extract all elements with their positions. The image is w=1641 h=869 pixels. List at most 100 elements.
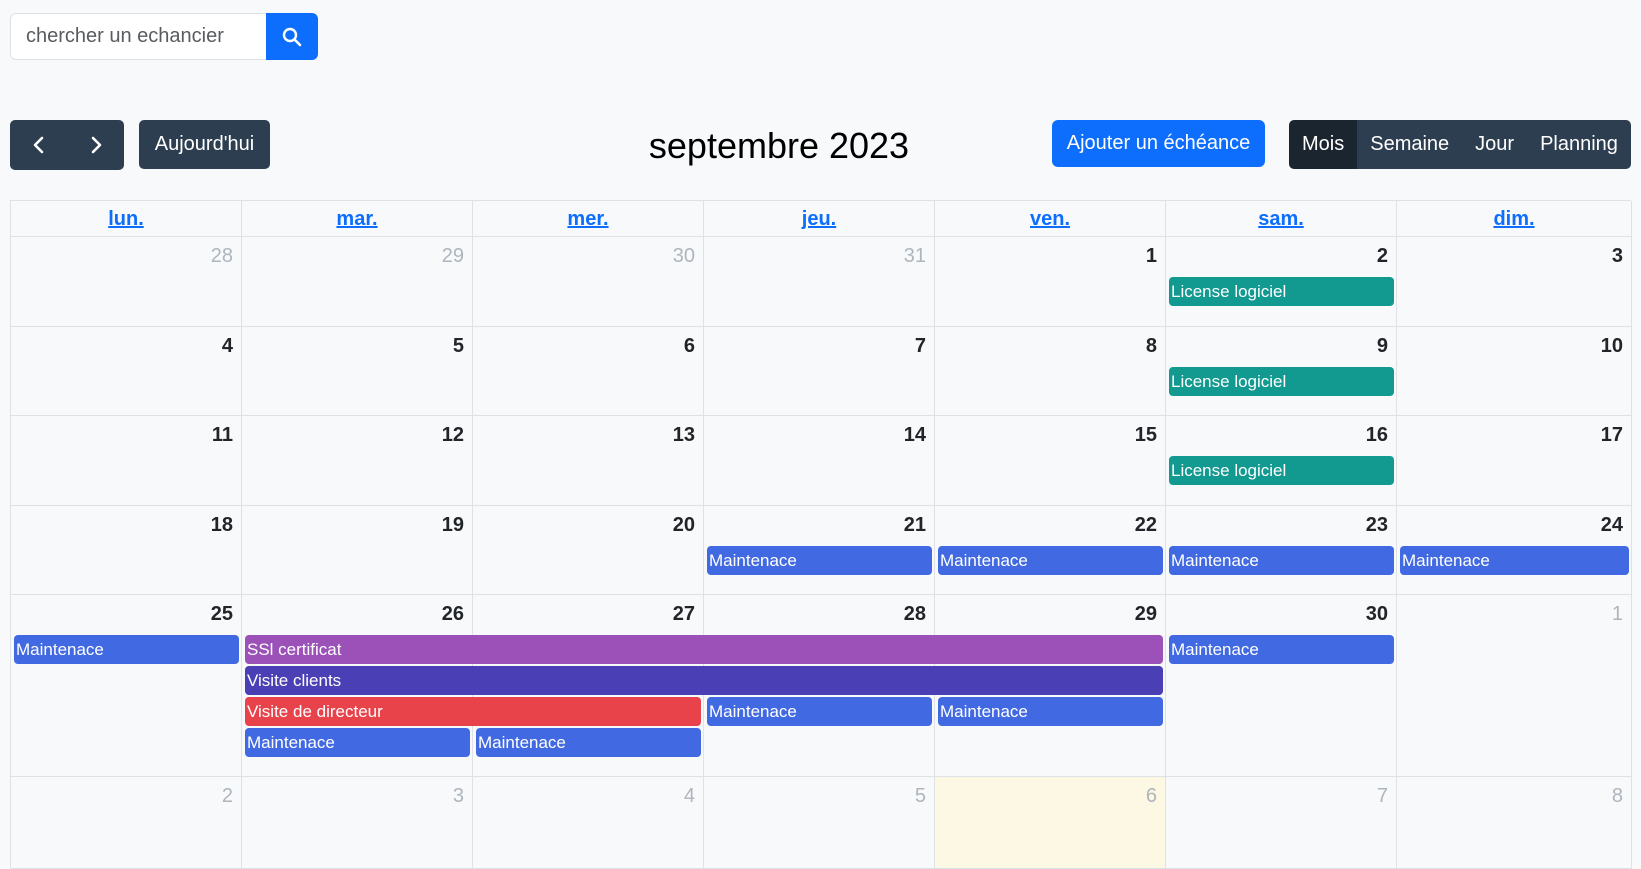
day-cell[interactable]: 5 bbox=[242, 327, 473, 416]
day-number[interactable]: 17 bbox=[1601, 424, 1623, 447]
event-maintenance[interactable]: Maintenace bbox=[938, 697, 1163, 726]
search-input[interactable] bbox=[10, 13, 266, 60]
day-cell[interactable]: 30 bbox=[473, 237, 704, 327]
day-cell[interactable]: 11 bbox=[11, 416, 242, 506]
day-number[interactable]: 15 bbox=[1135, 424, 1157, 447]
day-number[interactable]: 30 bbox=[1366, 603, 1388, 626]
event-visite-directeur[interactable]: Visite de directeur bbox=[245, 697, 701, 726]
day-number[interactable]: 28 bbox=[904, 603, 926, 626]
day-number[interactable]: 10 bbox=[1601, 335, 1623, 358]
event-maintenance[interactable]: Maintenace bbox=[938, 546, 1163, 575]
event-license[interactable]: License logiciel bbox=[1169, 456, 1394, 485]
weekday-1[interactable]: mar. bbox=[242, 201, 473, 237]
day-number[interactable]: 29 bbox=[442, 245, 464, 268]
weekday-6[interactable]: dim. bbox=[1397, 201, 1632, 237]
day-number[interactable]: 18 bbox=[211, 514, 233, 537]
day-number[interactable]: 24 bbox=[1601, 514, 1623, 537]
day-number[interactable]: 23 bbox=[1366, 514, 1388, 537]
day-number[interactable]: 1 bbox=[1146, 245, 1157, 268]
event-visite-clients[interactable]: Visite clients bbox=[245, 666, 1163, 695]
day-number[interactable]: 30 bbox=[673, 245, 695, 268]
day-cell[interactable]: 1 bbox=[935, 237, 1166, 327]
day-number[interactable]: 19 bbox=[442, 514, 464, 537]
view-week-button[interactable]: Semaine bbox=[1357, 120, 1463, 169]
event-license[interactable]: License logiciel bbox=[1169, 367, 1394, 396]
day-number[interactable]: 14 bbox=[904, 424, 926, 447]
event-maintenance[interactable]: Maintenace bbox=[245, 728, 470, 757]
day-cell[interactable]: 10 bbox=[1397, 327, 1632, 416]
day-number[interactable]: 26 bbox=[442, 603, 464, 626]
day-number[interactable]: 2 bbox=[1377, 245, 1388, 268]
event-maintenance[interactable]: Maintenace bbox=[707, 546, 932, 575]
day-cell[interactable]: 29 bbox=[242, 237, 473, 327]
weekday-4[interactable]: ven. bbox=[935, 201, 1166, 237]
view-planning-button[interactable]: Planning bbox=[1527, 120, 1631, 169]
day-number[interactable]: 9 bbox=[1377, 335, 1388, 358]
weekday-0[interactable]: lun. bbox=[11, 201, 242, 237]
day-number[interactable]: 4 bbox=[222, 335, 233, 358]
add-deadline-button[interactable]: Ajouter un échéance bbox=[1052, 120, 1265, 167]
event-maintenance[interactable]: Maintenace bbox=[14, 635, 239, 664]
day-number[interactable]: 25 bbox=[211, 603, 233, 626]
event-maintenance[interactable]: Maintenace bbox=[1400, 546, 1629, 575]
day-cell[interactable]: 25 bbox=[11, 595, 242, 777]
event-maintenance[interactable]: Maintenace bbox=[1169, 635, 1394, 664]
day-cell[interactable]: 31 bbox=[704, 237, 935, 327]
day-number[interactable]: 4 bbox=[684, 785, 695, 808]
day-cell[interactable]: 13 bbox=[473, 416, 704, 506]
view-month-button[interactable]: Mois bbox=[1289, 120, 1358, 169]
day-number[interactable]: 7 bbox=[915, 335, 926, 358]
day-number[interactable]: 2 bbox=[222, 785, 233, 808]
day-number[interactable]: 13 bbox=[673, 424, 695, 447]
day-number[interactable]: 22 bbox=[1135, 514, 1157, 537]
day-cell[interactable]: 30 bbox=[1166, 595, 1397, 777]
day-cell[interactable]: 3 bbox=[1397, 237, 1632, 327]
day-cell-today[interactable]: 6 bbox=[935, 777, 1166, 869]
day-number[interactable]: 31 bbox=[904, 245, 926, 268]
day-number[interactable]: 12 bbox=[442, 424, 464, 447]
day-cell[interactable]: 7 bbox=[1166, 777, 1397, 869]
day-cell[interactable]: 1 bbox=[1397, 595, 1632, 777]
view-day-button[interactable]: Jour bbox=[1462, 120, 1528, 169]
day-cell[interactable]: 14 bbox=[704, 416, 935, 506]
day-number[interactable]: 3 bbox=[1612, 245, 1623, 268]
day-number[interactable]: 20 bbox=[673, 514, 695, 537]
event-maintenance[interactable]: Maintenace bbox=[476, 728, 701, 757]
day-cell[interactable]: 20 bbox=[473, 506, 704, 595]
day-number[interactable]: 5 bbox=[453, 335, 464, 358]
day-cell[interactable]: 18 bbox=[11, 506, 242, 595]
day-number[interactable]: 8 bbox=[1146, 335, 1157, 358]
day-cell[interactable]: 12 bbox=[242, 416, 473, 506]
day-cell[interactable]: 4 bbox=[11, 327, 242, 416]
day-cell[interactable]: 19 bbox=[242, 506, 473, 595]
day-cell[interactable]: 15 bbox=[935, 416, 1166, 506]
event-maintenance[interactable]: Maintenace bbox=[1169, 546, 1394, 575]
day-number[interactable]: 7 bbox=[1377, 785, 1388, 808]
day-cell[interactable]: 8 bbox=[935, 327, 1166, 416]
event-maintenance[interactable]: Maintenace bbox=[707, 697, 932, 726]
day-number[interactable]: 6 bbox=[1146, 785, 1157, 808]
day-number[interactable]: 27 bbox=[673, 603, 695, 626]
day-number[interactable]: 5 bbox=[915, 785, 926, 808]
day-number[interactable]: 28 bbox=[211, 245, 233, 268]
day-number[interactable]: 6 bbox=[684, 335, 695, 358]
day-number[interactable]: 21 bbox=[904, 514, 926, 537]
weekday-5[interactable]: sam. bbox=[1166, 201, 1397, 237]
search-button[interactable] bbox=[266, 13, 318, 60]
day-number[interactable]: 16 bbox=[1366, 424, 1388, 447]
day-cell[interactable]: 7 bbox=[704, 327, 935, 416]
day-cell[interactable]: 4 bbox=[473, 777, 704, 869]
day-cell[interactable]: 3 bbox=[242, 777, 473, 869]
day-cell[interactable]: 8 bbox=[1397, 777, 1632, 869]
day-number[interactable]: 3 bbox=[453, 785, 464, 808]
day-cell[interactable]: 17 bbox=[1397, 416, 1632, 506]
event-license[interactable]: License logiciel bbox=[1169, 277, 1394, 306]
weekday-3[interactable]: jeu. bbox=[704, 201, 935, 237]
day-number[interactable]: 1 bbox=[1612, 603, 1623, 626]
event-ssl[interactable]: SSl certificat bbox=[245, 635, 1163, 664]
day-cell[interactable]: 28 bbox=[11, 237, 242, 327]
day-cell[interactable]: 6 bbox=[473, 327, 704, 416]
weekday-2[interactable]: mer. bbox=[473, 201, 704, 237]
day-number[interactable]: 29 bbox=[1135, 603, 1157, 626]
day-number[interactable]: 11 bbox=[212, 424, 233, 447]
